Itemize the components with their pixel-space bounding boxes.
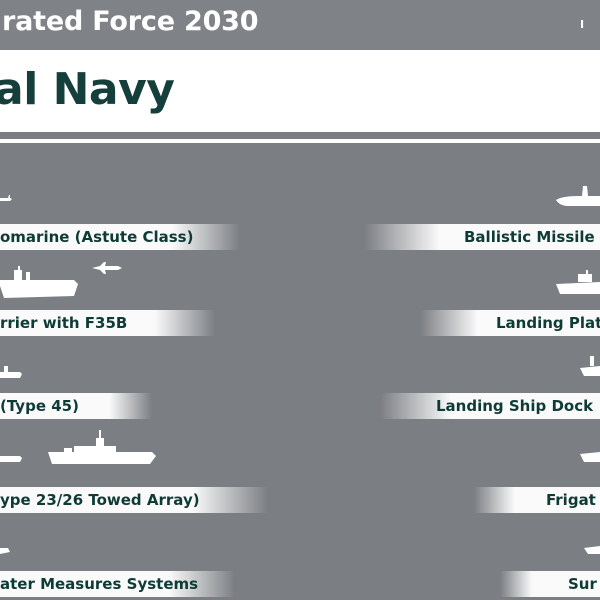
landing-ship-dock-icon (580, 356, 600, 376)
divider (0, 139, 600, 143)
aircraft-carrier-icon (0, 266, 78, 298)
capability-label-right-3: Landing Ship Dock (380, 393, 600, 419)
submarine-icon (0, 195, 12, 201)
landing-platform-icon (556, 270, 600, 294)
capability-label-left-3: (Type 45) (0, 393, 152, 419)
ballistic-missile-submarine-icon (556, 186, 600, 206)
frigate-icon (0, 456, 22, 462)
page-title: al Navy (0, 64, 175, 115)
mine-countermeasures-icon (0, 548, 10, 554)
destroyer-icon (0, 366, 22, 378)
section-banner: al Navy (0, 50, 600, 132)
capability-label-right-2: Landing Plat (420, 310, 600, 336)
frigate-icon (580, 452, 600, 462)
capability-label-left-5: ater Measures Systems (0, 571, 235, 597)
capability-label-right-4: Frigat (474, 487, 600, 513)
survey-ship-icon (584, 546, 600, 554)
capability-label-left-1: omarine (Astute Class) (0, 224, 240, 250)
header-title: rated Force 2030 (2, 6, 259, 37)
aircraft-icon (92, 262, 122, 274)
capability-label-left-4: ype 23/26 Towed Array) (0, 487, 268, 513)
capability-label-right-5: Sur (500, 571, 600, 597)
header-bar: rated Force 2030 I (0, 0, 600, 50)
capability-label-left-2: rrier with F35B (0, 310, 215, 336)
capability-label-right-1: Ballistic Missile (364, 224, 600, 250)
header-right-text: I (580, 18, 585, 31)
frigate-towed-array-icon (48, 430, 156, 464)
